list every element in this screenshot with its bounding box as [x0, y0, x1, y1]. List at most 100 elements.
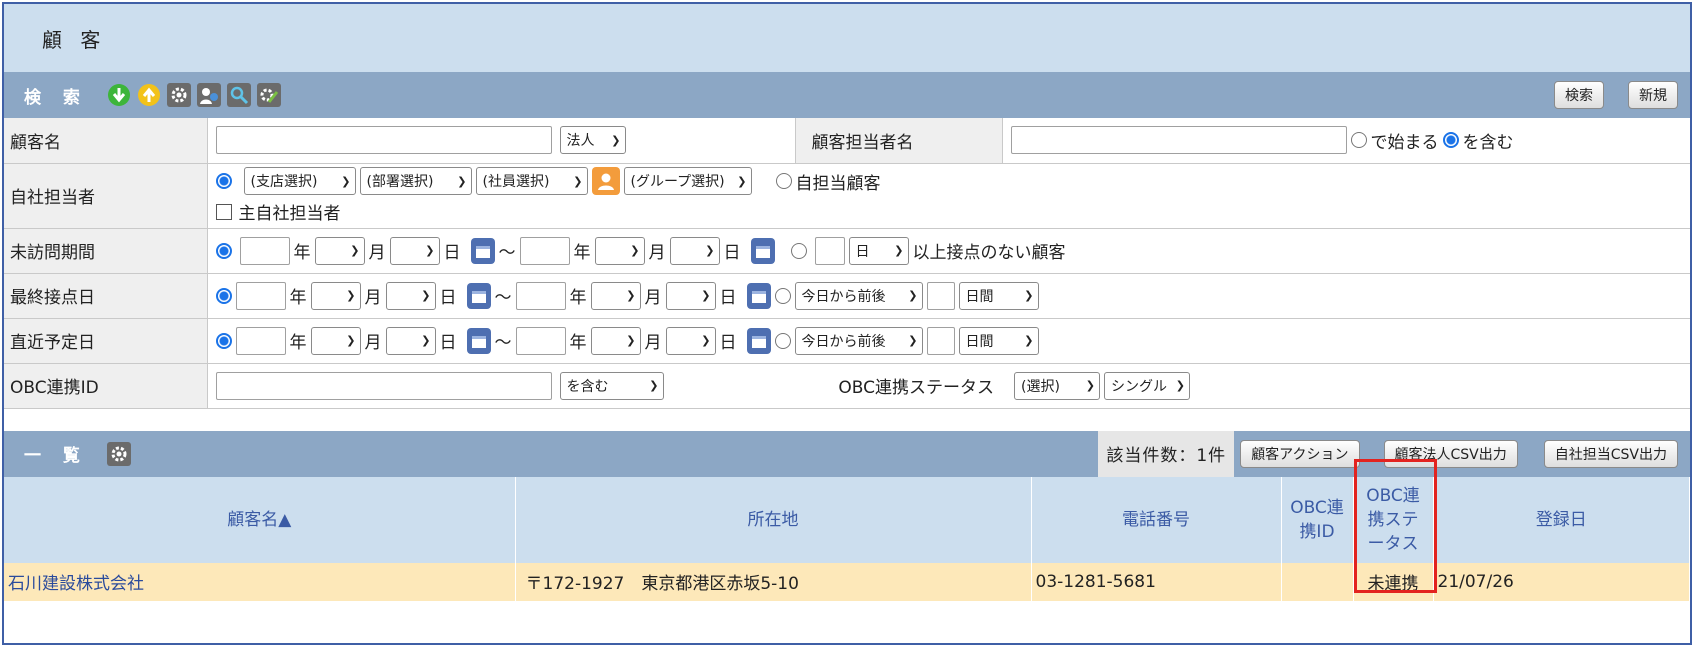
next-schedule-from-month-select[interactable]: ❯ — [310, 326, 361, 355]
gear-icon[interactable] — [166, 82, 192, 108]
result-count: 該当件数：1件 — [1098, 430, 1235, 477]
own-staff-radio[interactable] — [215, 173, 232, 189]
next-schedule-from-year-input[interactable] — [235, 326, 286, 355]
gear-icon[interactable] — [106, 441, 132, 467]
row-registered: 21/07/26 — [1433, 562, 1690, 601]
calendar-icon[interactable] — [750, 237, 775, 264]
last-contact-from-year-input[interactable] — [235, 281, 286, 310]
header-obc-id[interactable]: OBC連携ID — [1281, 476, 1354, 563]
obc-status-label: OBC連携ステータス — [795, 363, 1002, 409]
unvisited-range-radio[interactable] — [215, 242, 232, 259]
last-contact-to-month-select[interactable]: ❯ — [590, 281, 641, 310]
dept-select[interactable]: (部署選択) ❯ — [359, 167, 472, 195]
obc-match-select[interactable]: を含む ❯ — [559, 371, 664, 400]
calendar-icon[interactable] — [466, 282, 491, 309]
unvisited-label: 未訪問期間 — [4, 228, 208, 274]
own-staff-row: 自社担当者 (支店選択) ❯ (部署選択) ❯ (社員選択) ❯ (グループ選択) ❯ … — [4, 163, 1690, 229]
unvisited-to-year-input[interactable] — [519, 236, 570, 265]
next-schedule-to-year-input[interactable] — [515, 326, 566, 355]
chevron-down-icon: ❯ — [611, 133, 621, 147]
user-settings-icon[interactable] — [196, 82, 222, 108]
customer-staff-input[interactable] — [1010, 126, 1347, 155]
row-phone: 03-1281-5681 — [1031, 562, 1282, 601]
last-contact-days-input[interactable] — [926, 281, 955, 310]
last-contact-relative-radio[interactable] — [774, 287, 791, 304]
search-settings-icon[interactable] — [226, 82, 252, 108]
own-staff-label: 自社担当者 — [4, 163, 208, 229]
unvisited-from-day-select[interactable]: ❯ — [389, 236, 440, 265]
next-schedule-row: 直近予定日 年 ❯ 月 ❯ 日 ～ 年 ❯ 月 ❯ 日 今日から前後 ❯ 日間 ❯ — [4, 318, 1690, 364]
next-schedule-from-day-select[interactable]: ❯ — [385, 326, 436, 355]
search-button[interactable]: 検索 — [1554, 81, 1604, 109]
obc-id-input[interactable] — [215, 371, 552, 400]
customer-window: 顧 客 検 索 検索 新規 顧客名 法人 ❯ 顧客担当者名 で始まる を含む 自… — [2, 2, 1692, 645]
staff-csv-button[interactable]: 自社担当CSV出力 — [1543, 439, 1678, 468]
unvisited-row: 未訪問期間 年 ❯ 月 ❯ 日 ～ 年 ❯ 月 ❯ 日 日 ❯ 以上接点のない顧客 — [4, 228, 1690, 274]
main-staff-checkbox[interactable] — [215, 203, 232, 220]
employee-select[interactable]: (社員選択) ❯ — [475, 167, 588, 195]
unvisited-from-month-select[interactable]: ❯ — [314, 236, 365, 265]
search-section-bar: 検 索 検索 新規 — [4, 72, 1690, 118]
row-address: 〒172-1927 東京都港区赤坂5-10 — [515, 562, 1032, 601]
last-contact-from-day-select[interactable]: ❯ — [385, 281, 436, 310]
header-name[interactable]: 顧客名▲ — [4, 476, 516, 563]
unvisited-to-month-select[interactable]: ❯ — [594, 236, 645, 265]
new-button[interactable]: 新規 — [1628, 81, 1678, 109]
calendar-icon[interactable] — [466, 327, 491, 354]
search-form: 顧客名 法人 ❯ 顧客担当者名 で始まる を含む 自社担当者 (支店選択) ❯ … — [4, 118, 1690, 409]
customer-action-button[interactable]: 顧客アクション — [1240, 439, 1360, 468]
header-registered[interactable]: 登録日 — [1433, 476, 1690, 563]
header-address[interactable]: 所在地 — [515, 476, 1032, 563]
customer-name-input[interactable] — [215, 126, 552, 155]
page-title: 顧 客 — [4, 4, 1690, 72]
unvisited-days-radio[interactable] — [790, 242, 807, 259]
row-customer-name[interactable]: 石川建設株式会社 — [4, 562, 516, 601]
highlight-box — [1354, 459, 1437, 593]
last-contact-to-day-select[interactable]: ❯ — [665, 281, 716, 310]
person-icon[interactable] — [591, 167, 620, 195]
obc-status-select[interactable]: (選択) ❯ — [1014, 371, 1100, 400]
last-contact-from-month-select[interactable]: ❯ — [310, 281, 361, 310]
header-phone[interactable]: 電話番号 — [1031, 476, 1282, 563]
list-section-bar: 一 覧 該当件数：1件 顧客アクション 顧客法人CSV出力 自社担当CSV出力 — [4, 430, 1690, 477]
obc-mode-select[interactable]: シングル ❯ — [1104, 371, 1190, 400]
match-start-label: で始まる — [1370, 132, 1439, 153]
edit-settings-icon[interactable] — [256, 82, 282, 108]
unvisited-from-year-input[interactable] — [239, 236, 290, 265]
next-schedule-period-select[interactable]: 日間 ❯ — [958, 326, 1039, 355]
calendar-icon[interactable] — [746, 282, 771, 309]
calendar-icon[interactable] — [746, 327, 771, 354]
next-schedule-relative-select[interactable]: 今日から前後 ❯ — [794, 326, 923, 355]
last-contact-row: 最終接点日 年 ❯ 月 ❯ 日 ～ 年 ❯ 月 ❯ 日 今日から前後 ❯ 日間 ❯ — [4, 273, 1690, 319]
customer-staff-label: 顧客担当者名 — [794, 118, 1003, 164]
last-contact-range-radio[interactable] — [215, 287, 232, 304]
next-schedule-range-radio[interactable] — [215, 332, 232, 349]
customer-name-row: 顧客名 法人 ❯ 顧客担当者名 で始まる を含む — [4, 118, 1690, 164]
customer-table: 顧客名▲ 所在地 電話番号 OBC連携ID OBC連携ステータス 登録日 石川建… — [4, 476, 1690, 601]
next-schedule-relative-radio[interactable] — [774, 332, 791, 349]
unvisited-suffix: 以上接点のない顧客 — [912, 243, 1066, 263]
unvisited-to-day-select[interactable]: ❯ — [669, 236, 720, 265]
next-schedule-to-day-select[interactable]: ❯ — [665, 326, 716, 355]
last-contact-relative-select[interactable]: 今日から前後 ❯ — [794, 281, 923, 310]
last-contact-to-year-input[interactable] — [515, 281, 566, 310]
next-schedule-to-month-select[interactable]: ❯ — [590, 326, 641, 355]
match-start-radio[interactable] — [1350, 132, 1367, 149]
branch-select[interactable]: (支店選択) ❯ — [243, 167, 356, 195]
unvisited-days-input[interactable] — [814, 236, 845, 265]
customer-type-select[interactable]: 法人 ❯ — [559, 126, 626, 155]
unvisited-unit-select[interactable]: 日 ❯ — [848, 236, 909, 265]
next-schedule-label: 直近予定日 — [4, 318, 208, 364]
download-icon[interactable] — [106, 82, 132, 108]
calendar-icon[interactable] — [470, 237, 495, 264]
group-select[interactable]: (グループ選択) ❯ — [623, 167, 752, 195]
row-obc-id — [1281, 562, 1354, 601]
upload-icon[interactable] — [136, 82, 162, 108]
match-contain-radio[interactable] — [1442, 132, 1459, 149]
own-customer-radio[interactable] — [775, 173, 792, 189]
obc-id-label: OBC連携ID — [4, 363, 208, 409]
next-schedule-days-input[interactable] — [926, 326, 955, 355]
last-contact-period-select[interactable]: 日間 ❯ — [958, 281, 1039, 310]
match-contain-label: を含む — [1462, 132, 1514, 153]
